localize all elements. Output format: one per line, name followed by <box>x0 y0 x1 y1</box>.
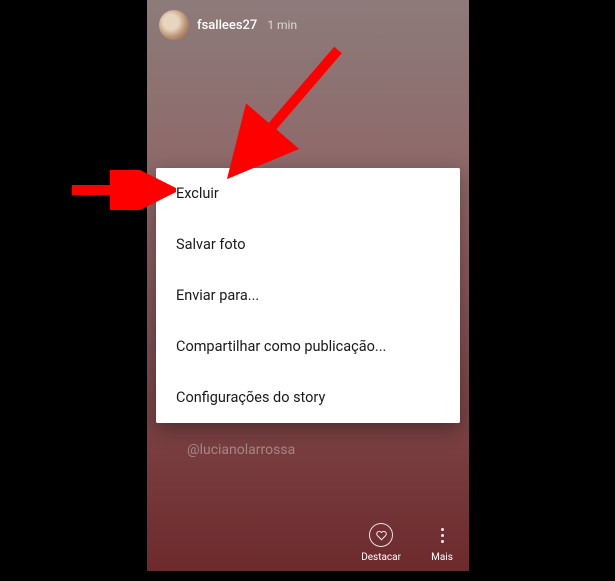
story-bottom-bar: Destacar Mais <box>361 522 455 563</box>
heart-circle-icon <box>368 522 394 548</box>
dialog-item-delete[interactable]: Excluir <box>156 168 460 219</box>
story-viewer: fsallees27 1 min @lucianolarrossa Exclui… <box>147 0 469 571</box>
avatar[interactable] <box>159 10 189 40</box>
more-label: Mais <box>431 552 453 563</box>
dialog-item-story-settings[interactable]: Configurações do story <box>156 372 460 423</box>
username[interactable]: fsallees27 <box>197 18 257 33</box>
story-header: fsallees27 1 min <box>147 0 469 50</box>
dialog-item-send-to[interactable]: Enviar para... <box>156 270 460 321</box>
more-vertical-icon <box>429 522 455 548</box>
story-options-dialog: Excluir Salvar foto Enviar para... Compa… <box>156 168 460 423</box>
dialog-item-share-as-post[interactable]: Compartilhar como publicação... <box>156 321 460 372</box>
more-button[interactable]: Mais <box>429 522 455 563</box>
highlight-button[interactable]: Destacar <box>361 522 401 563</box>
dialog-item-save-photo[interactable]: Salvar foto <box>156 219 460 270</box>
story-mention[interactable]: @lucianolarrossa <box>187 442 295 458</box>
story-timestamp: 1 min <box>267 18 297 32</box>
highlight-label: Destacar <box>361 552 401 563</box>
